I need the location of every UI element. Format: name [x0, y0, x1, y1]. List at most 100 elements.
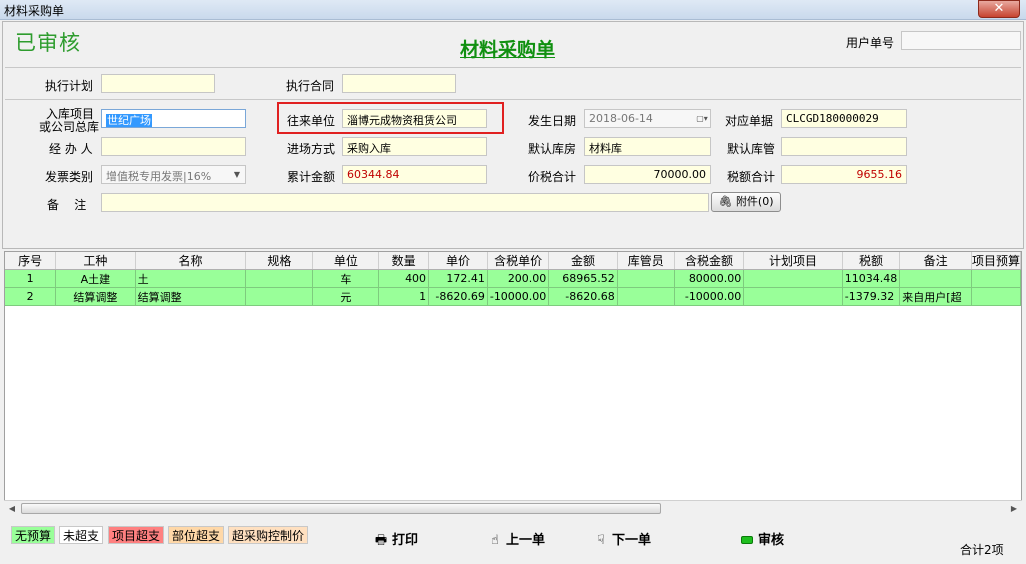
project-field[interactable]: 世纪广场 — [101, 109, 246, 128]
exec-plan-field[interactable] — [101, 74, 215, 93]
ref-field[interactable]: CLCGD180000029 — [781, 109, 907, 128]
table-cell[interactable] — [245, 269, 314, 288]
legend-label: 项目超支 — [112, 529, 161, 543]
column-header[interactable]: 规格 — [245, 252, 314, 270]
page-title: 材料采购单 — [460, 39, 556, 61]
warehouse-label: 默认库房 — [528, 142, 577, 156]
table-cell[interactable] — [617, 287, 675, 306]
table-cell[interactable]: 2 — [5, 287, 57, 306]
handler-field[interactable] — [101, 137, 246, 156]
table-cell[interactable]: 172.41 — [428, 269, 488, 288]
invoice-select[interactable]: 增值税专用发票|16% ▼ — [101, 165, 246, 184]
project-label-line2: 或公司总库 — [39, 120, 100, 134]
print-button[interactable]: 🖶 打印 — [373, 529, 418, 553]
table-cell[interactable] — [971, 269, 1021, 288]
table-cell[interactable]: 元 — [312, 287, 380, 306]
divider — [5, 67, 1021, 68]
column-header[interactable]: 含税单价 — [487, 252, 550, 270]
entry-mode-field[interactable]: 采购入库 — [342, 137, 487, 156]
approve-button[interactable]: 审核 — [739, 529, 784, 548]
table-cell[interactable]: 车 — [312, 269, 380, 288]
remark-field[interactable] — [101, 193, 709, 212]
column-header[interactable]: 数量 — [378, 252, 430, 270]
table-cell[interactable]: -10000.00 — [487, 287, 550, 306]
line-items-grid[interactable]: 序号 工种 名称 规格 单位 数量 单价 含税单价 金额 库管员 含税金额 计划项目 税额 备注 项目预算 … — [4, 251, 1022, 515]
user-no-label: 用户单号 — [846, 36, 895, 50]
approval-status: 已审核 — [15, 31, 81, 55]
legend-within-budget: 未超支 — [59, 526, 104, 544]
table-cell[interactable] — [743, 287, 843, 306]
scroll-right-icon[interactable]: ▶ — [1007, 502, 1021, 515]
column-header[interactable]: 含税金额 — [674, 252, 745, 270]
handler-label: 经 办 人 — [49, 142, 93, 156]
table-cell[interactable]: 80000.00 — [674, 269, 745, 288]
prev-button[interactable]: ☝ 上一单 — [487, 529, 545, 548]
table-cell[interactable]: 400 — [378, 269, 430, 288]
table-cell[interactable]: -8620.69 — [428, 287, 488, 306]
table-cell[interactable]: 11034.48 — [842, 269, 901, 288]
next-label: 下一单 — [612, 533, 652, 548]
tax-total-field[interactable]: 9655.16 — [781, 165, 907, 184]
column-header[interactable]: 项目预算 — [971, 252, 1021, 270]
column-header[interactable]: 库管员 — [617, 252, 675, 270]
legend-label: 未超支 — [63, 529, 100, 543]
table-cell[interactable] — [245, 287, 314, 306]
tax-total-label: 税额合计 — [727, 170, 776, 184]
column-header[interactable]: 单价 — [428, 252, 488, 270]
pointing-hand-up-icon: ☝ — [491, 533, 499, 548]
exec-contract-field[interactable] — [342, 74, 456, 93]
table-cell[interactable]: 1 — [5, 269, 57, 288]
table-cell[interactable]: 结算调整 — [55, 287, 136, 306]
next-button[interactable]: ☟ 下一单 — [593, 529, 651, 548]
table-cell[interactable] — [617, 269, 675, 288]
green-light-icon — [739, 533, 755, 548]
table-cell[interactable]: 1 — [378, 287, 430, 306]
table-cell[interactable]: 土 — [135, 269, 247, 288]
user-no-field[interactable] — [901, 31, 1021, 50]
date-field[interactable]: 2018-06-14 ▢▾ — [584, 109, 711, 128]
table-cell[interactable]: 200.00 — [487, 269, 550, 288]
table-cell[interactable] — [743, 269, 843, 288]
entry-mode-label: 进场方式 — [287, 142, 336, 156]
column-header[interactable]: 工种 — [55, 252, 136, 270]
table-cell[interactable] — [971, 287, 1021, 306]
close-button[interactable]: ✕ — [978, 0, 1020, 18]
table-cell[interactable]: -10000.00 — [674, 287, 745, 306]
table-row[interactable]: 1 A土建土 车 400 172.41 200.00 68965.52 80000.00 110… — [5, 269, 1021, 288]
column-header[interactable]: 计划项目 — [743, 252, 843, 270]
item-count: 合计2项 — [960, 543, 1004, 557]
keeper-field[interactable] — [781, 137, 907, 156]
total-field[interactable]: 60344.84 — [342, 165, 487, 184]
table-cell[interactable]: -8620.68 — [548, 287, 618, 306]
scroll-left-icon[interactable]: ◀ — [5, 502, 19, 515]
table-cell[interactable]: 来自用户[超 — [899, 287, 972, 306]
ref-label: 对应单据 — [725, 114, 774, 128]
column-header[interactable]: 税额 — [842, 252, 901, 270]
legend-part-over: 部位超支 — [168, 526, 225, 544]
attachment-label: 附件(0) — [735, 195, 774, 208]
table-cell[interactable]: A土建 — [55, 269, 136, 288]
column-header[interactable]: 金额 — [548, 252, 618, 270]
column-header[interactable]: 单位 — [312, 252, 380, 270]
prev-label: 上一单 — [506, 533, 546, 548]
warehouse-field[interactable]: 材料库 — [584, 137, 711, 156]
scroll-thumb[interactable] — [21, 503, 661, 514]
attachment-button[interactable]: 🖇 附件(0) — [711, 192, 781, 212]
table-row[interactable]: 2 结算调整 结算调整元 1 -8620.69 -10000.00 -8620.68 -100… — [5, 287, 1021, 306]
legend-no-budget: 无预算 — [11, 526, 56, 544]
column-header[interactable]: 序号 — [5, 252, 57, 270]
paperclip-icon: 🖇 — [718, 195, 733, 208]
tax-price-total-field[interactable]: 70000.00 — [584, 165, 711, 184]
column-header[interactable]: 名称 — [135, 252, 247, 270]
invoice-label: 发票类别 — [45, 170, 94, 184]
calendar-dropdown-icon[interactable]: ▢▾ — [695, 111, 709, 126]
total-label: 累计金额 — [287, 170, 336, 184]
horizontal-scrollbar[interactable]: ◀ ▶ — [4, 500, 1022, 516]
table-cell[interactable]: 68965.52 — [548, 269, 618, 288]
chevron-down-icon[interactable]: ▼ — [230, 167, 244, 182]
column-header[interactable]: 备注 — [899, 252, 972, 270]
table-cell[interactable]: 结算调整 — [135, 287, 247, 306]
tax-price-total-label: 价税合计 — [528, 170, 577, 184]
table-cell[interactable] — [899, 269, 972, 288]
table-cell[interactable]: -1379.32 — [842, 287, 901, 306]
